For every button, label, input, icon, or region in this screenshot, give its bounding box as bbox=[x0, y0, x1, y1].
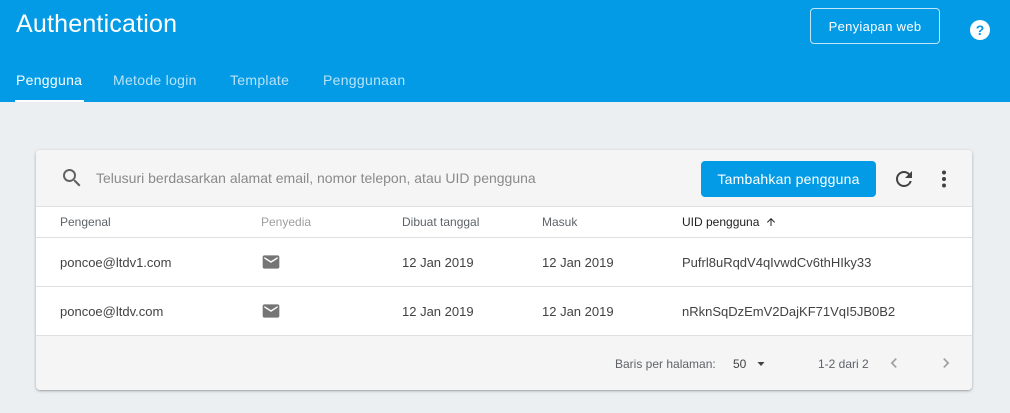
web-setup-button[interactable]: Penyiapan web bbox=[810, 8, 940, 44]
table-row[interactable]: poncoe@ltdv.com 12 Jan 2019 12 Jan 2019 … bbox=[36, 287, 972, 336]
column-header-identifier[interactable]: Pengenal bbox=[60, 215, 111, 229]
user-identifier: poncoe@ltdv.com bbox=[60, 304, 164, 319]
signed-in-date: 12 Jan 2019 bbox=[542, 255, 614, 270]
column-header-created[interactable]: Dibuat tanggal bbox=[402, 215, 479, 229]
chevron-left-icon[interactable] bbox=[884, 353, 904, 373]
dropdown-caret-icon bbox=[757, 362, 765, 366]
page-title: Authentication bbox=[16, 10, 178, 38]
rows-per-page-value: 50 bbox=[733, 357, 747, 371]
help-icon[interactable]: ? bbox=[970, 20, 990, 40]
refresh-icon[interactable] bbox=[892, 167, 916, 191]
user-identifier: poncoe@ltdv1.com bbox=[60, 255, 172, 270]
signed-in-date: 12 Jan 2019 bbox=[542, 304, 614, 319]
column-header-provider: Penyedia bbox=[261, 215, 312, 229]
app-header: Authentication Penyiapan web ? Pengguna … bbox=[0, 0, 1010, 102]
users-card: Tambahkan pengguna Pengenal Penyedia Dib… bbox=[36, 150, 972, 390]
user-uid: nRknSqDzEmV2DajKF71VqI5JB0B2 bbox=[682, 304, 896, 319]
search-icon bbox=[63, 169, 81, 187]
created-date: 12 Jan 2019 bbox=[402, 304, 474, 319]
created-date: 12 Jan 2019 bbox=[402, 255, 474, 270]
table-row[interactable]: poncoe@ltdv1.com 12 Jan 2019 12 Jan 2019… bbox=[36, 238, 972, 287]
search-input[interactable] bbox=[96, 166, 656, 190]
tab-usage[interactable]: Penggunaan bbox=[323, 60, 405, 102]
more-vert-icon[interactable] bbox=[932, 167, 956, 191]
tab-templates[interactable]: Template bbox=[230, 60, 289, 102]
column-header-uid[interactable]: UID pengguna bbox=[682, 215, 777, 229]
column-header-uid-label: UID pengguna bbox=[682, 215, 760, 229]
table-header: Pengenal Penyedia Dibuat tanggal Masuk U… bbox=[36, 207, 972, 238]
arrow-up-icon bbox=[767, 218, 776, 226]
email-icon bbox=[262, 304, 280, 318]
tab-bar: Pengguna Metode login Template Penggunaa… bbox=[0, 60, 600, 102]
users-toolbar: Tambahkan pengguna bbox=[36, 150, 972, 207]
chevron-right-icon[interactable] bbox=[936, 353, 956, 373]
page-range-text: 1-2 dari 2 bbox=[818, 357, 869, 371]
column-header-signed-in[interactable]: Masuk bbox=[542, 215, 577, 229]
rows-per-page-label: Baris per halaman: bbox=[615, 357, 716, 371]
tab-sign-in-method[interactable]: Metode login bbox=[113, 60, 197, 102]
rows-per-page-select[interactable]: 50 bbox=[733, 354, 773, 374]
pagination-bar: Baris per halaman: 50 1-2 dari 2 bbox=[36, 336, 972, 390]
add-user-button[interactable]: Tambahkan pengguna bbox=[701, 161, 876, 197]
user-uid: Pufrl8uRqdV4qIvwdCv6thHIky33 bbox=[682, 255, 872, 270]
email-icon bbox=[262, 255, 280, 269]
tab-users[interactable]: Pengguna bbox=[14, 60, 85, 102]
